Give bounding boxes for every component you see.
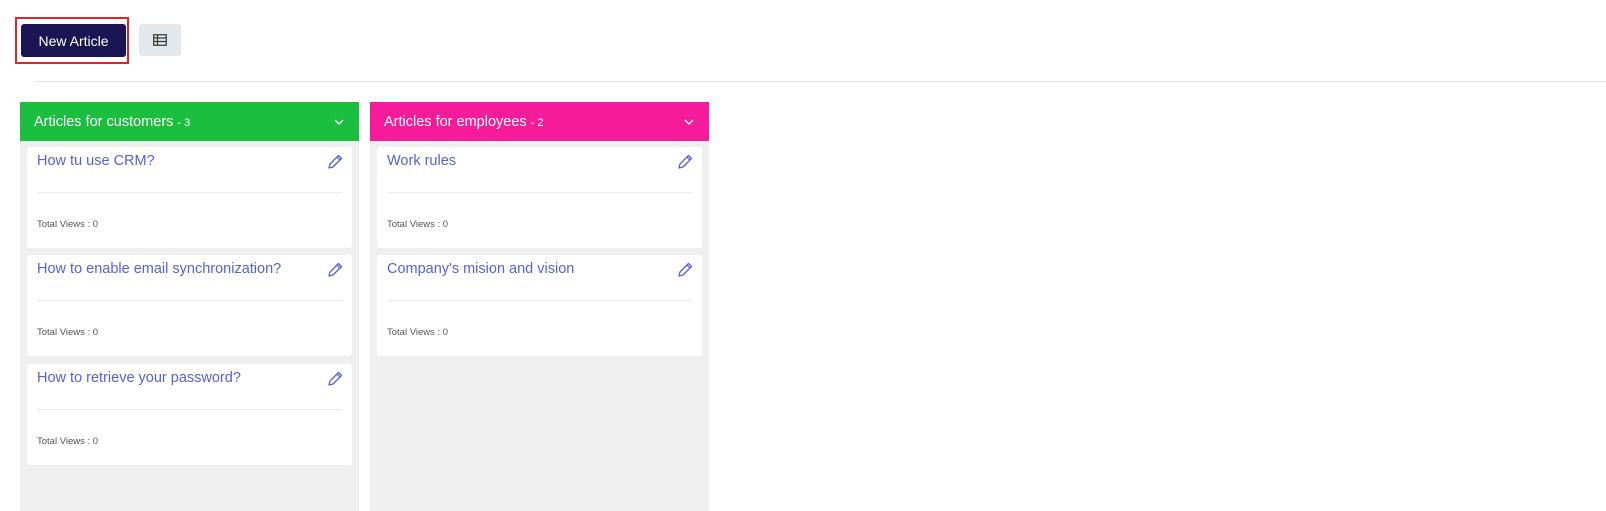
column-title-text: Articles for employees (384, 113, 527, 130)
column-count: - 3 (177, 116, 191, 129)
total-views: Total Views : 0 (387, 327, 449, 338)
total-views: Total Views : 0 (37, 436, 99, 447)
article-title-link[interactable]: How to retrieve your password? (37, 370, 241, 386)
pencil-icon[interactable] (676, 261, 694, 279)
kanban-column-customers: Articles for customers - 3 How tu use CRM… (20, 102, 359, 511)
table-icon (153, 34, 167, 46)
article-title-link[interactable]: Work rules (387, 153, 456, 169)
card-divider (387, 300, 692, 301)
column-count: - 2 (530, 116, 544, 129)
pencil-icon[interactable] (676, 153, 694, 171)
column-header-customers[interactable]: Articles for customers - 3 (20, 102, 359, 141)
column-title: Articles for employees - 2 (384, 114, 543, 130)
article-title-link[interactable]: Company's mision and vision (387, 261, 574, 277)
article-card: How tu use CRM? Total Views : 0 (27, 147, 352, 248)
total-views: Total Views : 0 (37, 219, 99, 230)
pencil-icon[interactable] (326, 153, 344, 171)
kanban-column-employees: Articles for employees - 2 Work rules Tot… (370, 102, 709, 511)
article-card: Work rules Total Views : 0 (377, 147, 702, 248)
total-views: Total Views : 0 (37, 327, 99, 338)
chevron-down-icon[interactable] (683, 116, 695, 128)
chevron-down-icon[interactable] (333, 116, 345, 128)
toolbar: New Article (0, 0, 1606, 82)
article-card: How to enable email synchronization? Tot… (27, 255, 352, 356)
total-views: Total Views : 0 (387, 219, 449, 230)
article-card: How to retrieve your password? Total Vie… (27, 364, 352, 465)
column-title: Articles for customers - 3 (34, 114, 190, 130)
card-divider (37, 192, 342, 193)
article-title-link[interactable]: How to enable email synchronization? (37, 261, 281, 277)
new-article-highlight: New Article (15, 17, 129, 64)
card-divider (387, 192, 692, 193)
article-card: Company's mision and vision Total Views … (377, 255, 702, 356)
pencil-icon[interactable] (326, 370, 344, 388)
article-title-link[interactable]: How tu use CRM? (37, 153, 155, 169)
pencil-icon[interactable] (326, 261, 344, 279)
table-view-button[interactable] (139, 24, 181, 56)
card-divider (37, 300, 342, 301)
column-header-employees[interactable]: Articles for employees - 2 (370, 102, 709, 141)
card-divider (37, 409, 342, 410)
toolbar-divider (35, 81, 1606, 82)
column-title-text: Articles for customers (34, 113, 174, 130)
new-article-button[interactable]: New Article (21, 24, 126, 57)
